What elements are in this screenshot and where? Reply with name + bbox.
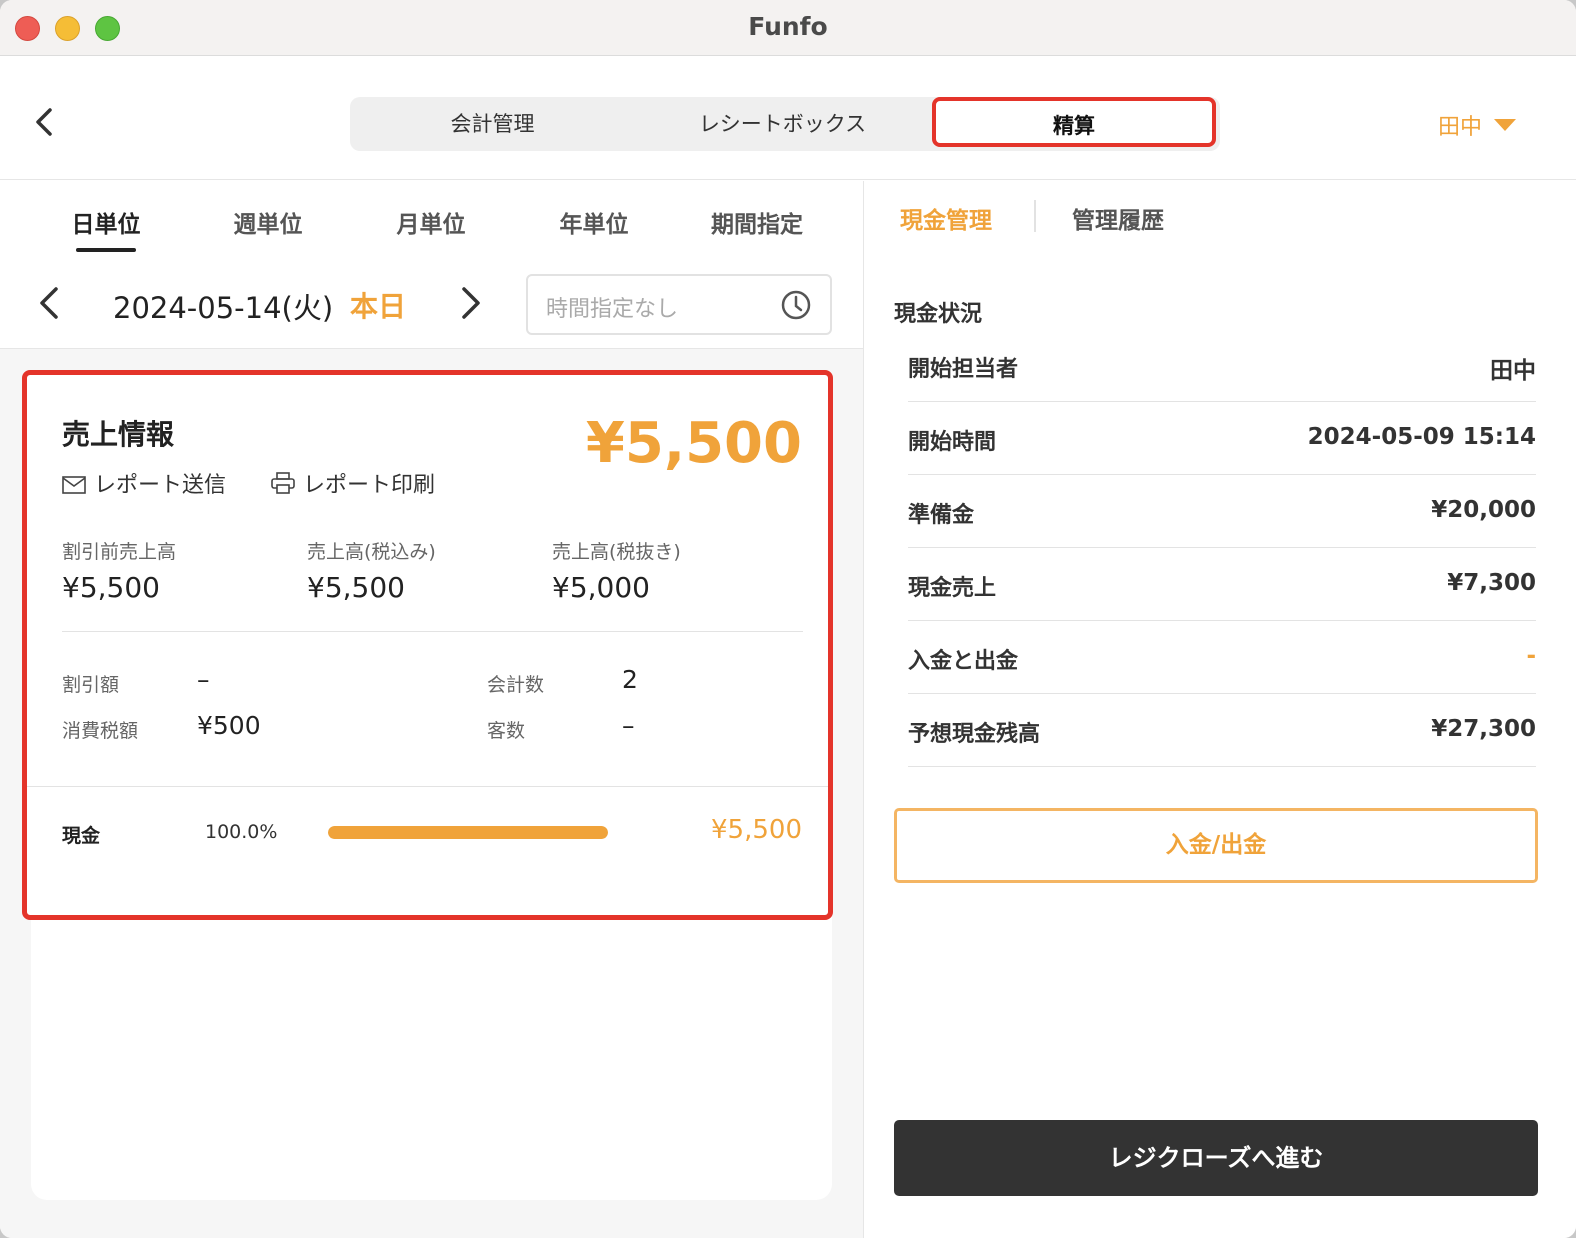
time-filter-placeholder: 時間指定なし [546, 297, 679, 322]
tab-receipt-box[interactable]: レシートボックス [640, 97, 925, 151]
guest-count-value: – [622, 711, 635, 740]
cash-row-start-time: 開始時間 2024-05-09 15:14 [908, 402, 1536, 475]
tax-value: ¥500 [197, 711, 261, 740]
row-value: - [1526, 643, 1536, 669]
tax-label: 消費税額 [62, 720, 139, 742]
register-close-button[interactable]: レジクローズへ進む [894, 1120, 1538, 1196]
chevron-right-icon [462, 287, 480, 319]
clock-icon [781, 290, 811, 320]
payment-share-bar [328, 826, 608, 839]
time-filter-field[interactable]: 時間指定なし [526, 274, 832, 335]
period-tab-year[interactable]: 年単位 [534, 205, 654, 239]
payment-amount: ¥5,500 [711, 815, 802, 845]
stat-value-excl-tax: ¥5,000 [552, 571, 650, 604]
sales-info-card: 売上情報 ¥5,500 レポート送信 レポート印刷 割引前売上高 ¥5,500 … [22, 370, 833, 920]
today-label: 本日 [350, 290, 407, 323]
row-value: ¥7,300 [1447, 570, 1536, 596]
row-label: 開始担当者 [908, 357, 1019, 382]
user-menu[interactable]: 田中 [1438, 109, 1482, 141]
period-tab-week[interactable]: 週単位 [208, 205, 328, 239]
tab-settlement[interactable]: 精算 [932, 97, 1216, 147]
cash-row-float: 準備金 ¥20,000 [908, 475, 1536, 548]
sales-total: ¥5,500 [585, 411, 802, 476]
payment-percent: 100.0% [205, 821, 278, 843]
main-tab-control: 会計管理 レシートボックス 精算 [350, 97, 1220, 151]
print-report-label: レポート印刷 [303, 473, 436, 498]
app-window: Funfo 会計管理 レシートボックス 精算 田中 日単位 週単位 月単位 年単… [0, 0, 1576, 1238]
stat-label-incl-tax: 売上高(税込み) [307, 541, 436, 563]
row-label: 予想現金残高 [908, 722, 1041, 747]
row-label: 開始時間 [908, 430, 997, 455]
cash-row-expected-balance: 予想現金残高 ¥27,300 [908, 694, 1536, 767]
printer-icon [271, 472, 295, 494]
row-value: ¥20,000 [1431, 497, 1536, 523]
chevron-left-icon [40, 287, 58, 319]
mail-icon [62, 476, 86, 494]
period-tab-custom[interactable]: 期間指定 [697, 205, 817, 239]
cash-status-title: 現金状況 [894, 302, 983, 327]
payment-method-label: 現金 [62, 825, 101, 847]
caret-down-icon[interactable] [1494, 119, 1516, 131]
stat-label-excl-tax: 売上高(税抜き) [552, 541, 681, 563]
divider [62, 631, 803, 632]
row-label: 現金売上 [908, 576, 997, 601]
discount-label: 割引額 [62, 674, 120, 696]
period-tab-day[interactable]: 日単位 [46, 205, 166, 239]
top-header: 会計管理 レシートボックス 精算 田中 [0, 57, 1576, 180]
cash-row-in-out: 入金と出金 - [908, 621, 1536, 694]
row-label: 準備金 [908, 503, 975, 528]
tab-management-history[interactable]: 管理履歴 [1072, 201, 1164, 235]
next-date-button[interactable] [452, 281, 488, 325]
row-value: 田中 [1490, 358, 1536, 384]
window-title: Funfo [748, 12, 828, 41]
transaction-count-value: 2 [622, 665, 638, 694]
title-bar: Funfo [0, 0, 1576, 56]
divider [27, 786, 828, 787]
discount-value: – [197, 665, 210, 694]
period-tab-month[interactable]: 月単位 [371, 205, 491, 239]
stat-value-incl-tax: ¥5,500 [307, 571, 405, 604]
payment-share-fill [328, 826, 608, 839]
send-report-button[interactable]: レポート送信 [62, 467, 226, 499]
tab-accounting[interactable]: 会計管理 [350, 97, 635, 151]
chevron-left-icon [36, 108, 52, 136]
tab-cash-management[interactable]: 現金管理 [900, 201, 992, 235]
cash-row-cash-sales: 現金売上 ¥7,300 [908, 548, 1536, 621]
row-label: 入金と出金 [908, 649, 1019, 674]
previous-date-button[interactable] [32, 281, 68, 325]
active-tab-indicator [76, 248, 136, 252]
send-report-label: レポート送信 [94, 473, 227, 498]
cash-row-start-staff: 開始担当者 田中 [908, 329, 1536, 402]
stat-value-gross: ¥5,500 [62, 571, 160, 604]
transaction-count-label: 会計数 [487, 674, 545, 696]
current-date: 2024-05-14(火) [113, 291, 334, 325]
print-report-button[interactable]: レポート印刷 [271, 467, 435, 499]
row-value: 2024-05-09 15:14 [1307, 424, 1536, 450]
row-value: ¥27,300 [1431, 716, 1536, 742]
stat-label-gross: 割引前売上高 [62, 541, 177, 563]
sales-info-title: 売上情報 [62, 418, 175, 451]
period-selector: 日単位 週単位 月単位 年単位 期間指定 2024-05-14(火) 本日 時間… [0, 181, 863, 349]
deposit-withdraw-button[interactable]: 入金/出金 [894, 808, 1538, 883]
sales-panel: 日単位 週単位 月単位 年単位 期間指定 2024-05-14(火) 本日 時間… [0, 181, 864, 1238]
cash-management-panel: 現金管理 管理履歴 現金状況 開始担当者 田中 開始時間 2024-05-09 … [865, 181, 1576, 1238]
tab-divider [1034, 200, 1036, 232]
back-button[interactable] [26, 102, 66, 142]
guest-count-label: 客数 [487, 720, 526, 742]
